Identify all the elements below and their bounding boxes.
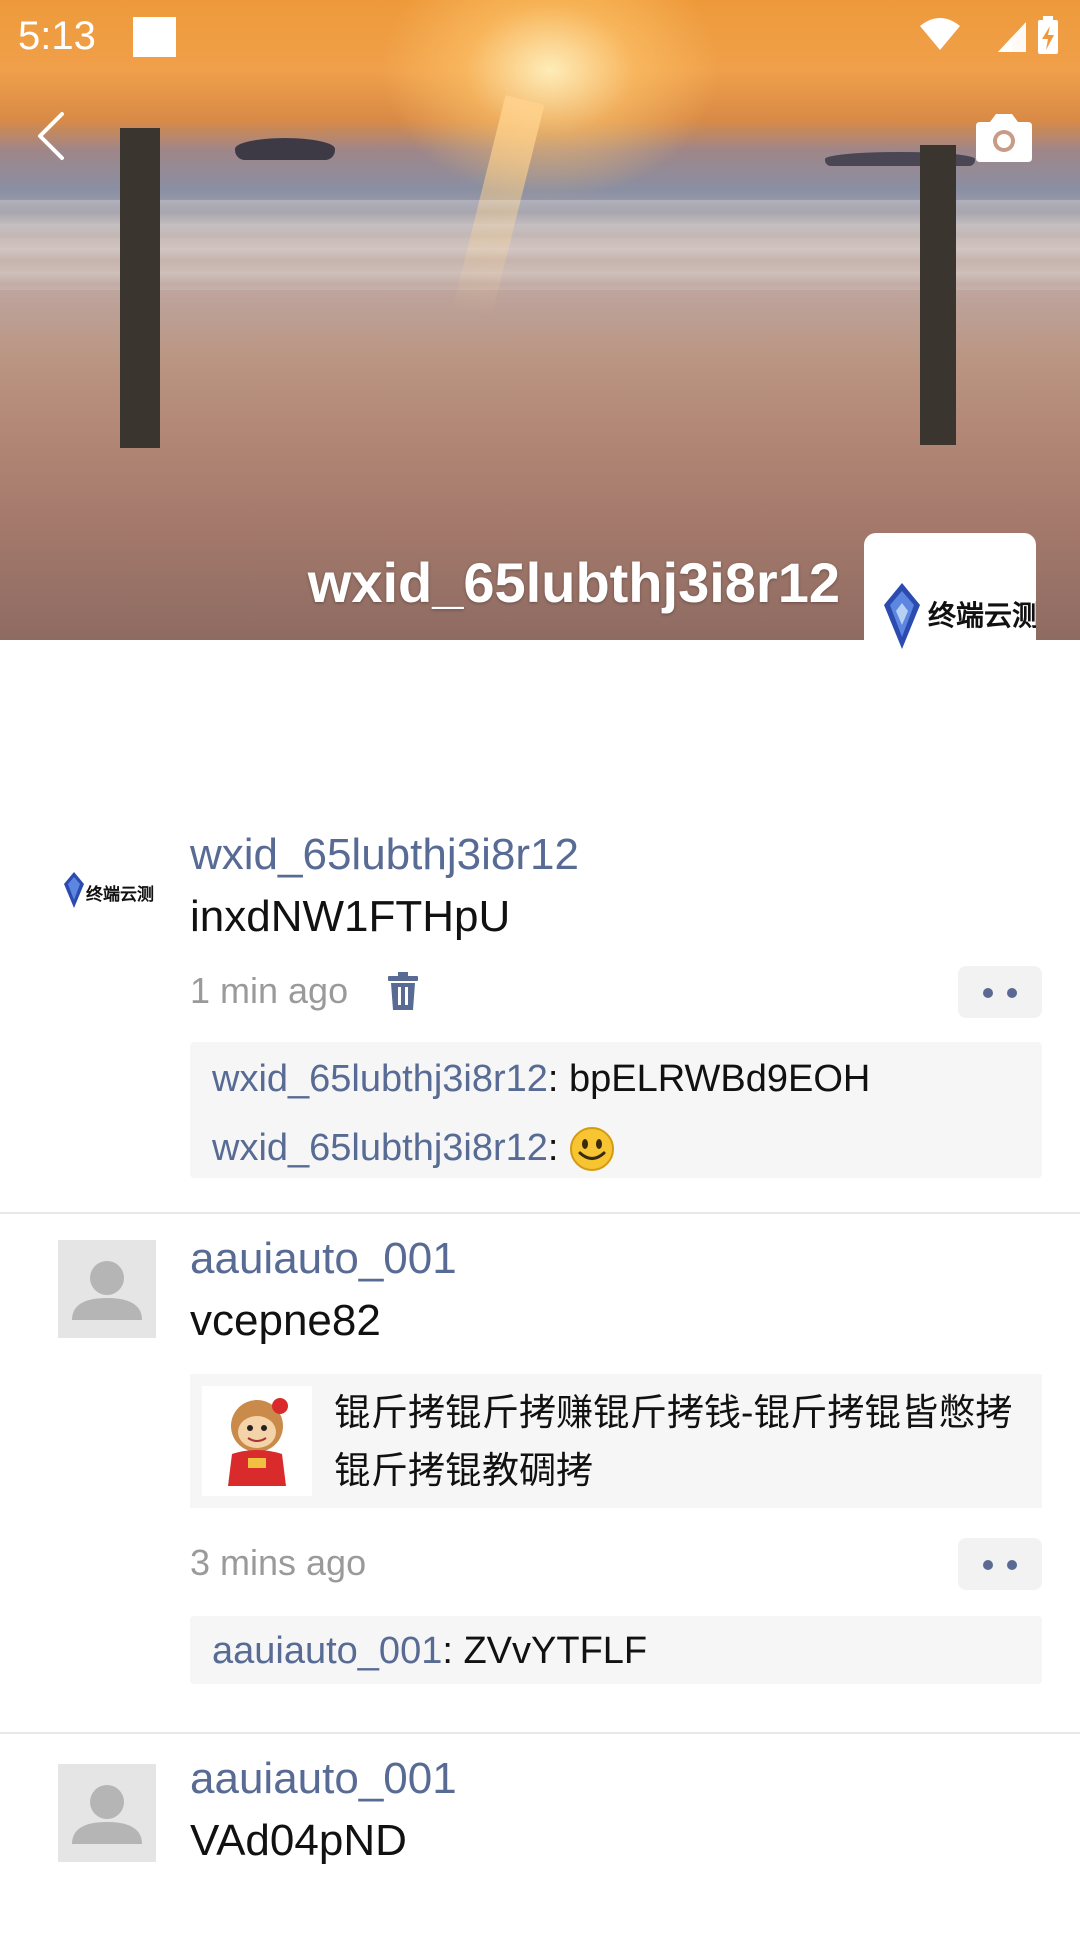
comment-author[interactable]: wxid_65lubthj3i8r12 <box>212 1127 548 1169</box>
avatar[interactable]: 终端云测 <box>58 840 156 938</box>
moment-post: aauiauto_001 VAd04pND <box>0 1734 1080 1934</box>
moment-post: 终端云测 wxid_65lubthj3i8r12 inxdNW1FTHpU 1 … <box>0 810 1080 1214</box>
profile-avatar[interactable]: 终端云测 <box>864 533 1036 705</box>
comment-author[interactable]: aauiauto_001 <box>212 1630 442 1672</box>
logo-icon: 终端云测 <box>884 583 1036 649</box>
wooden-post <box>920 145 956 445</box>
cover-username[interactable]: wxid_65lubthj3i8r12 <box>308 550 840 615</box>
logo-text: 终端云测 <box>86 884 154 905</box>
post-text: inxdNW1FTHpU <box>190 892 511 941</box>
default-avatar-icon <box>72 1261 142 1320</box>
comment[interactable]: wxid_65lubthj3i8r12: bpELRWBd9EOH <box>212 1058 870 1101</box>
default-avatar-icon <box>72 1785 142 1844</box>
share-title: 锟斤拷锟斤拷赚锟斤拷钱-锟斤拷锟皆憋拷锟斤拷锟教碉拷 <box>334 1392 1013 1491</box>
back-arrow-icon <box>38 112 64 160</box>
notification-icon <box>133 17 176 57</box>
back-button[interactable] <box>28 108 76 164</box>
avatar[interactable] <box>58 1240 156 1338</box>
share-thumbnail <box>202 1386 312 1496</box>
wifi-icon <box>920 18 960 50</box>
post-author[interactable]: aauiauto_001 <box>190 1234 457 1284</box>
post-time: 3 mins ago <box>190 1542 367 1583</box>
post-text: VAd04pND <box>190 1816 407 1865</box>
comments-box: aauiauto_001: ZVvYTFLF <box>190 1616 1042 1684</box>
comments-box: wxid_65lubthj3i8r12: bpELRWBd9EOH wxid_6… <box>190 1042 1042 1178</box>
status-icons <box>920 16 1058 54</box>
comment-author[interactable]: wxid_65lubthj3i8r12 <box>212 1058 548 1100</box>
post-author[interactable]: aauiauto_001 <box>190 1754 457 1804</box>
monkey-sticker-icon <box>228 1398 288 1486</box>
logo-text: 终端云测 <box>928 599 1036 632</box>
comment[interactable]: wxid_65lubthj3i8r12: <box>212 1126 615 1172</box>
battery-charging-icon <box>1038 16 1058 54</box>
more-button[interactable] <box>958 966 1042 1018</box>
surf-waves <box>0 200 1080 290</box>
avatar[interactable] <box>58 1764 156 1862</box>
more-dots-icon <box>1007 1560 1017 1570</box>
moments-feed: 终端云测 wxid_65lubthj3i8r12 inxdNW1FTHpU 1 … <box>0 810 1080 1934</box>
moment-post: aauiauto_001 vcepne82 锟斤拷锟斤拷赚锟斤拷钱-锟斤拷锟皆憋… <box>0 1214 1080 1734</box>
comment-text: ZVvYTFLF <box>463 1630 648 1672</box>
island <box>235 138 335 160</box>
post-time: 1 min ago <box>190 970 349 1011</box>
more-dots-icon <box>1007 988 1017 998</box>
shared-link-card[interactable]: 锟斤拷锟斤拷赚锟斤拷钱-锟斤拷锟皆憋拷锟斤拷锟教碉拷 <box>190 1374 1042 1508</box>
more-dots-icon <box>983 988 993 998</box>
more-button[interactable] <box>958 1538 1042 1590</box>
smile-emoji-icon <box>570 1127 615 1171</box>
post-text: vcepne82 <box>190 1296 381 1345</box>
camera-button[interactable] <box>972 112 1036 164</box>
status-bar: 5:13 <box>0 0 1080 72</box>
wooden-post <box>120 128 160 448</box>
post-author[interactable]: wxid_65lubthj3i8r12 <box>190 830 579 880</box>
comment-text: bpELRWBd9EOH <box>569 1058 871 1100</box>
more-dots-icon <box>983 1560 993 1570</box>
status-time: 5:13 <box>18 14 96 58</box>
logo-icon: 终端云测 <box>64 872 154 908</box>
trash-icon[interactable] <box>386 972 420 1012</box>
comment[interactable]: aauiauto_001: ZVvYTFLF <box>212 1630 647 1673</box>
camera-icon <box>976 114 1032 162</box>
